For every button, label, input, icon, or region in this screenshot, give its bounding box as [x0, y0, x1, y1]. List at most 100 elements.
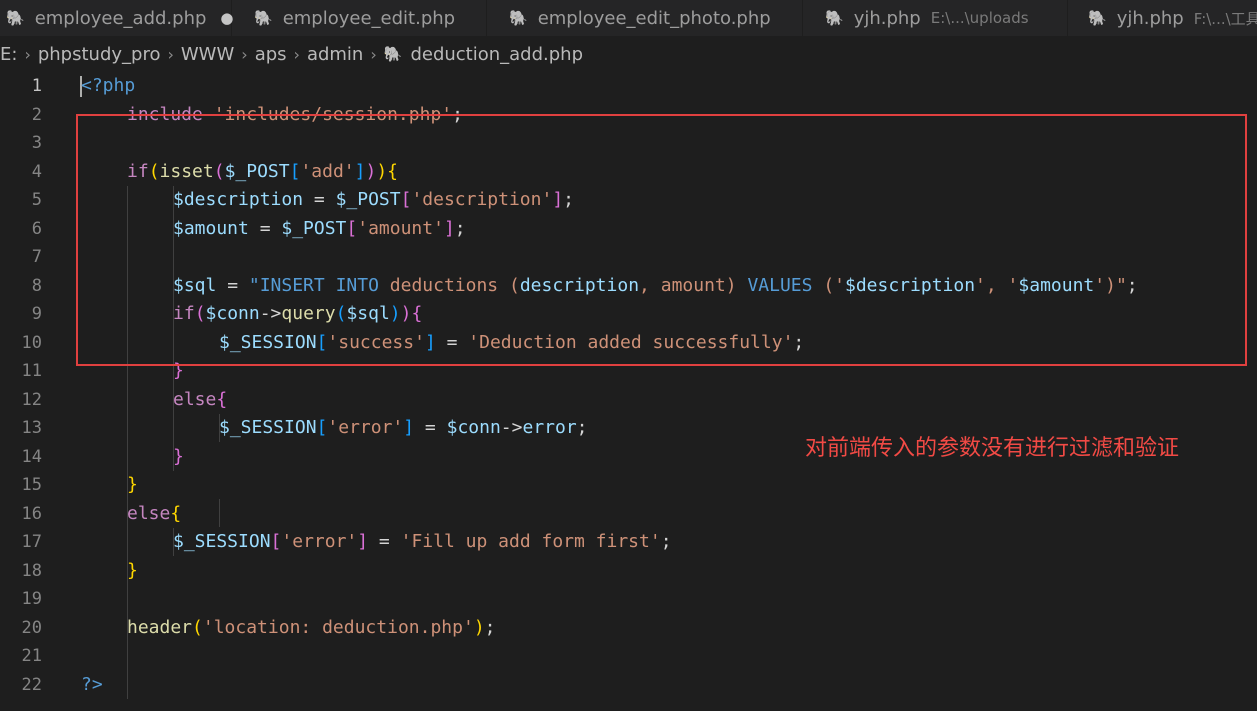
breadcrumb-item[interactable]: aps — [255, 44, 287, 65]
token: $_SESSION — [173, 531, 271, 552]
tab-employee-add[interactable]: 🐘 employee_add.php ● — [0, 0, 234, 36]
line-number: 2 — [31, 104, 42, 125]
tab-employee-edit-photo[interactable]: 🐘 employee_edit_photo.php — [487, 0, 803, 36]
line-number: 7 — [31, 247, 42, 267]
tab-path: F:\...\工具 — [1193, 9, 1257, 28]
code-line: 17 $_SESSION['error'] = 'Fill up add for… — [0, 528, 1257, 557]
tab-yjh-uploads[interactable]: 🐘 yjh.php E:\...\uploads — [803, 0, 1068, 36]
php-elephant-icon: 🐘 — [254, 9, 273, 27]
line-number: 1 — [31, 76, 42, 96]
chevron-right-icon: › — [167, 44, 174, 64]
token: 'error' — [281, 531, 358, 552]
line-number: 3 — [31, 133, 42, 153]
chevron-right-icon: › — [24, 44, 31, 64]
code-text: <?php — [81, 72, 135, 101]
token: ; — [576, 417, 588, 438]
code-text: $_SESSION['error'] = $conn->error; — [219, 414, 588, 443]
highlight-box — [76, 114, 1247, 366]
annotation-text: 对前端传入的参数没有进行过滤和验证 — [805, 436, 1180, 461]
line-number: 10 — [21, 332, 42, 353]
code-text: } — [127, 557, 138, 586]
line-number: 11 — [21, 361, 42, 381]
token: else — [127, 502, 171, 524]
code-text: header('location: deduction.php'); — [127, 614, 496, 643]
code-text: else{ — [173, 386, 227, 415]
token: 'Fill up add form first' — [400, 531, 661, 552]
chevron-right-icon: › — [370, 44, 377, 64]
code-line: 16 else{ — [0, 500, 1257, 529]
tab-yjh-tools[interactable]: 🐘 yjh.php F:\...\工具 — [1068, 0, 1257, 36]
tab-path: E:\...\uploads — [930, 9, 1029, 27]
line-number: 8 — [31, 275, 42, 296]
code-text: ?> — [81, 671, 103, 700]
line-number: 15 — [21, 475, 42, 495]
token: ?> — [81, 673, 103, 695]
breadcrumb-file[interactable]: deduction_add.php — [410, 44, 583, 65]
code-line: 12 else{ — [0, 386, 1257, 415]
token: 'location: deduction.php' — [202, 616, 474, 638]
php-elephant-icon: 🐘 — [825, 9, 844, 27]
token: <?php — [81, 75, 136, 96]
breadcrumb-item[interactable]: admin — [307, 44, 363, 65]
code-line: 22 ?> — [0, 671, 1257, 700]
code-text: $_SESSION['error'] = 'Fill up add form f… — [173, 528, 672, 557]
tab-label: employee_add.php — [34, 7, 207, 29]
token: { — [216, 388, 228, 410]
code-line: 1 <?php — [0, 72, 1257, 101]
token: } — [127, 474, 138, 495]
code-line: 18 } — [0, 557, 1257, 586]
token: header — [127, 616, 193, 638]
php-elephant-icon: 🐘 — [6, 9, 25, 27]
tab-label: employee_edit.php — [282, 7, 456, 29]
token: [ — [316, 417, 328, 438]
tab-employee-edit[interactable]: 🐘 employee_edit.php — [232, 0, 487, 36]
tab-label: yjh.php — [853, 7, 921, 29]
token: else — [173, 388, 217, 410]
tab-label: yjh.php — [1116, 7, 1184, 29]
breadcrumb-item[interactable]: WWW — [181, 44, 234, 65]
line-number: 19 — [21, 589, 42, 609]
line-number: 14 — [21, 446, 42, 467]
code-line: 19 — [0, 585, 1257, 614]
token: ) — [473, 616, 485, 638]
line-number: 9 — [31, 304, 42, 324]
line-number: 21 — [21, 646, 42, 666]
line-number: 4 — [31, 161, 42, 182]
line-number: 17 — [21, 532, 42, 552]
token: = — [414, 417, 447, 438]
token: } — [173, 445, 184, 467]
line-number: 20 — [21, 617, 42, 638]
line-number: 6 — [31, 218, 42, 239]
token: } — [127, 559, 138, 581]
code-text: else{ — [127, 500, 181, 529]
php-elephant-icon: 🐘 — [383, 45, 403, 63]
token: ] — [357, 531, 369, 552]
breadcrumb-item[interactable]: E: — [0, 44, 17, 65]
token: 'error' — [327, 417, 404, 438]
token: $_SESSION — [219, 417, 317, 438]
line-number: 5 — [31, 190, 42, 210]
token: ; — [660, 531, 672, 552]
php-elephant-icon: 🐘 — [1088, 9, 1107, 27]
token: ; — [484, 616, 496, 638]
chevron-right-icon: › — [241, 44, 248, 64]
code-line: 20 header('location: deduction.php'); — [0, 614, 1257, 643]
php-elephant-icon: 🐘 — [509, 9, 528, 27]
token: ] — [403, 417, 415, 438]
code-line: 21 — [0, 642, 1257, 671]
token: ( — [192, 616, 203, 638]
line-number: 13 — [21, 418, 42, 438]
token: = — [368, 531, 401, 552]
line-number: 16 — [21, 503, 42, 524]
token: $conn — [446, 417, 501, 438]
code-text: } — [127, 471, 138, 500]
code-line: 15 } — [0, 471, 1257, 500]
line-number: 22 — [21, 674, 42, 695]
tab-label: employee_edit_photo.php — [537, 7, 771, 29]
token: -> — [500, 417, 523, 438]
breadcrumb: E: › phpstudy_pro › WWW › aps › admin › … — [0, 36, 1257, 72]
line-number: 12 — [21, 389, 42, 410]
breadcrumb-item[interactable]: phpstudy_pro — [38, 44, 161, 65]
token: { — [170, 502, 182, 524]
editor-tab-bar: 🐘 employee_add.php ● 🐘 employee_edit.php… — [0, 0, 1257, 36]
